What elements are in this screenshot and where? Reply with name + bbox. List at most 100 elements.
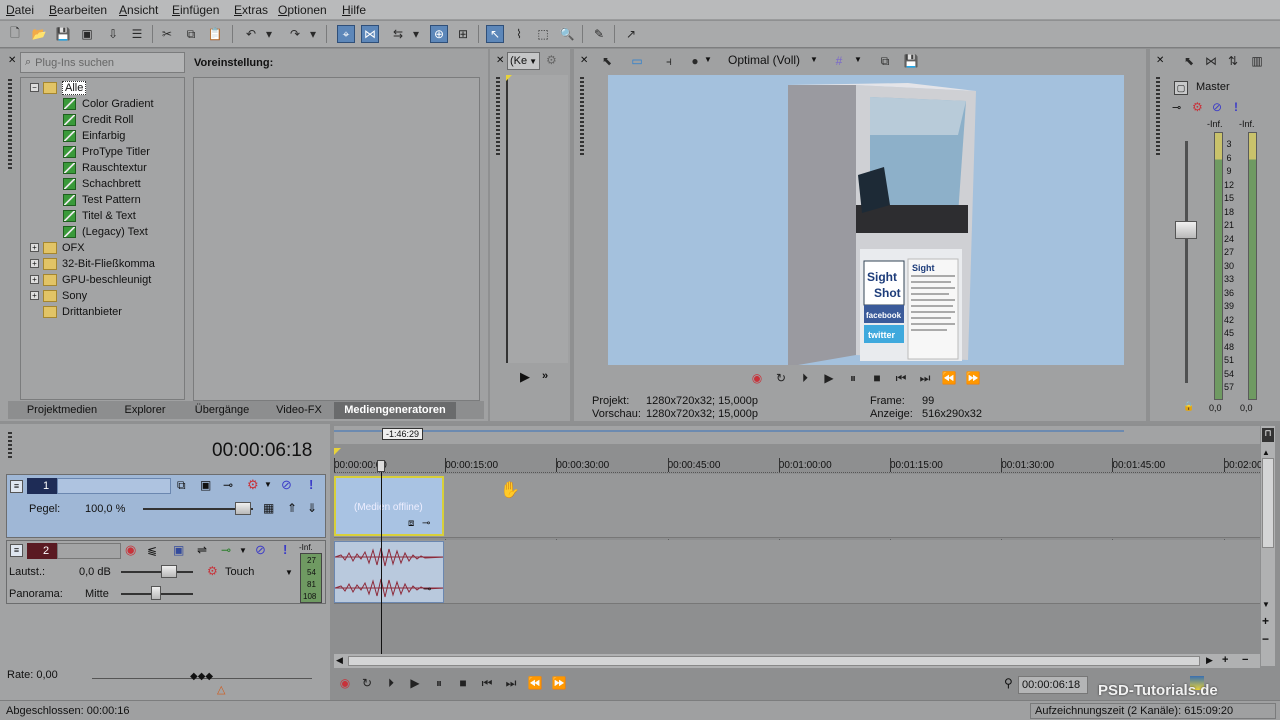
menu-bearbeiten[interactable]: Bearbeiten	[49, 3, 107, 17]
audio-track-name-field[interactable]	[57, 543, 121, 559]
ripple-edit-icon[interactable]: ⇆	[389, 25, 407, 43]
expand-icon[interactable]: +	[30, 275, 39, 284]
redo-icon[interactable]: ↷	[286, 25, 304, 43]
lock-envelopes-icon[interactable]: ⊕	[430, 25, 448, 43]
go-to-end-icon[interactable]: ⏭	[916, 369, 934, 387]
play-from-start-icon[interactable]: ⏵	[382, 674, 400, 692]
ignore-grouping-icon[interactable]: ⊞	[454, 25, 472, 43]
tree-group-ofx[interactable]: OFX	[43, 240, 85, 256]
tree-group-drittanbieter[interactable]: Drittanbieter	[43, 304, 122, 320]
go-to-start-icon[interactable]: ⏮	[478, 674, 496, 692]
chevron-down-icon[interactable]: ▼	[285, 568, 293, 577]
parent-composite-icon[interactable]: ▦	[263, 501, 274, 515]
previous-frame-icon[interactable]: ⏪	[526, 674, 544, 692]
overlay-grid-icon[interactable]: #	[830, 52, 848, 70]
end-timecode[interactable]: 00:00:06:18	[1018, 676, 1088, 694]
panel-grip[interactable]	[580, 77, 584, 157]
tree-item-rauschtextur[interactable]: Rauschtextur	[63, 160, 147, 176]
play-icon[interactable]: ▶	[406, 674, 424, 692]
lock-icon[interactable]: 🔒	[1183, 401, 1194, 412]
tree-group-sony[interactable]: Sony	[43, 288, 87, 304]
video-track-lane[interactable]	[334, 474, 1260, 538]
preset-list[interactable]	[193, 77, 480, 401]
mute-icon[interactable]: ⊘	[255, 542, 266, 558]
undo-icon[interactable]: ↶	[242, 25, 260, 43]
new-file-icon[interactable]: 🗋	[6, 25, 24, 43]
paste-icon[interactable]: 📋	[206, 25, 224, 43]
ripple-dropdown-icon[interactable]: ▾	[411, 25, 421, 43]
envelope-tool-icon[interactable]: ⌇	[510, 25, 528, 43]
chevron-down-icon[interactable]: ▼	[810, 55, 818, 64]
panel-close-icon[interactable]: ✕	[496, 55, 504, 66]
tree-item-protype-titler[interactable]: ProType Titler	[63, 144, 150, 160]
selection-tool-icon[interactable]: ⬚	[534, 25, 552, 43]
copy-snapshot-icon[interactable]: ⧉	[876, 52, 894, 70]
mixer-view-icon[interactable]: ▥	[1248, 52, 1266, 70]
event-pan-crop-icon[interactable]: ⧈	[408, 518, 414, 529]
expand-icon[interactable]: +	[30, 259, 39, 268]
tree-item-test-pattern[interactable]: Test Pattern	[63, 192, 141, 208]
fx-icon[interactable]: ⚙	[1192, 100, 1203, 114]
invert-phase-icon[interactable]: ⫹	[147, 543, 157, 557]
auto-crossfade-icon[interactable]: ⋈	[361, 25, 379, 43]
loop-icon[interactable]: ↻	[772, 369, 790, 387]
undo-dropdown-icon[interactable]: ▾	[264, 25, 274, 43]
compositing-icon[interactable]: ⊸	[223, 478, 233, 492]
zoom-out-vertical-icon[interactable]: −	[1262, 632, 1269, 646]
panel-grip[interactable]	[1156, 77, 1160, 157]
panel-grip[interactable]	[8, 79, 12, 169]
track-settings-icon[interactable]: ⚙	[247, 477, 259, 493]
make-child-icon[interactable]: ⇓	[307, 501, 317, 515]
track-motion-icon[interactable]: ⧉	[177, 478, 186, 493]
panel-close-icon[interactable]: ✕	[8, 55, 16, 66]
track-list-icon[interactable]: ⊓	[1262, 428, 1274, 442]
playhead-cursor[interactable]	[381, 460, 382, 654]
scroll-right-icon[interactable]: ▶	[1206, 655, 1213, 666]
expand-icon[interactable]: +	[30, 243, 39, 252]
panel-grip[interactable]	[496, 77, 500, 157]
rate-slider-handle[interactable]: ◆◆◆	[190, 671, 213, 682]
menu-optionen[interactable]: Optionen	[278, 3, 327, 17]
trimmer-options-icon[interactable]: ⚙	[546, 53, 557, 67]
external-monitor-icon[interactable]: ▭	[628, 52, 646, 70]
scroll-down-icon[interactable]: ▼	[1262, 600, 1270, 609]
tree-item-schachbrett[interactable]: Schachbrett	[63, 176, 141, 192]
marker-bar[interactable]	[334, 426, 1260, 444]
zoom-in-horizontal-icon[interactable]: +	[1222, 654, 1228, 666]
next-frame-icon[interactable]: ⏩	[964, 369, 982, 387]
chevron-down-icon[interactable]: ▼	[264, 480, 272, 489]
plugin-search-input[interactable]: ⌕ Plug-Ins suchen	[20, 52, 185, 73]
normal-edit-tool-icon[interactable]: ↖	[486, 25, 504, 43]
mute-icon[interactable]: ⊘	[281, 477, 292, 493]
pan-icon[interactable]: ⊸	[221, 543, 231, 557]
pegel-slider-handle[interactable]	[235, 502, 251, 515]
tree-item-einfarbig[interactable]: Einfarbig	[63, 128, 125, 144]
video-event[interactable]: (Medien offline) ⧈ ⊸	[334, 476, 444, 536]
track-minimize-icon[interactable]: ≡	[10, 480, 23, 493]
chevron-down-icon[interactable]: ▼	[854, 55, 862, 64]
chevron-down-icon[interactable]: ▼	[704, 55, 712, 64]
preview-quality-dropdown[interactable]: Optimal (Voll)	[728, 53, 800, 67]
tab-mediengeneratoren[interactable]: Mediengeneratoren	[334, 402, 456, 419]
timeline-vertical-scrollbar[interactable]: ⊓ ▲ ▼ + −	[1261, 426, 1275, 666]
open-folder-icon[interactable]: 📂	[30, 25, 48, 43]
copy-icon[interactable]: ⧉	[182, 25, 200, 43]
vertical-scroll-thumb[interactable]	[1262, 458, 1274, 548]
cut-icon[interactable]: ✂	[158, 25, 176, 43]
tree-group-gpu[interactable]: GPU-beschleunigt	[43, 272, 151, 288]
scroll-left-icon[interactable]: ◀	[336, 655, 343, 666]
track-minimize-icon[interactable]: ≡	[10, 544, 23, 557]
dim-output-icon[interactable]: ⇅	[1224, 52, 1242, 70]
redo-dropdown-icon[interactable]: ▾	[308, 25, 318, 43]
solo-icon[interactable]: !	[1234, 100, 1238, 114]
solo-icon[interactable]: !	[309, 477, 313, 492]
properties-icon[interactable]: ☰	[128, 25, 146, 43]
menu-ansicht[interactable]: Ansicht	[119, 3, 158, 17]
stop-icon[interactable]: ■	[868, 369, 886, 387]
loop-icon[interactable]: ↻	[358, 674, 376, 692]
horizontal-scroll-thumb[interactable]	[348, 656, 1200, 666]
mute-icon[interactable]: ⊘	[1212, 100, 1222, 114]
audio-track-header[interactable]: ≡ 2 ◉ ⫹ ▣ ⇌ ⊸ ▼ ⊘ ! Lautst.: 0,0 dB ⚙ To…	[6, 540, 326, 604]
track-fx-icon[interactable]: ▣	[200, 478, 211, 492]
tab-explorer[interactable]: Explorer	[110, 402, 180, 419]
